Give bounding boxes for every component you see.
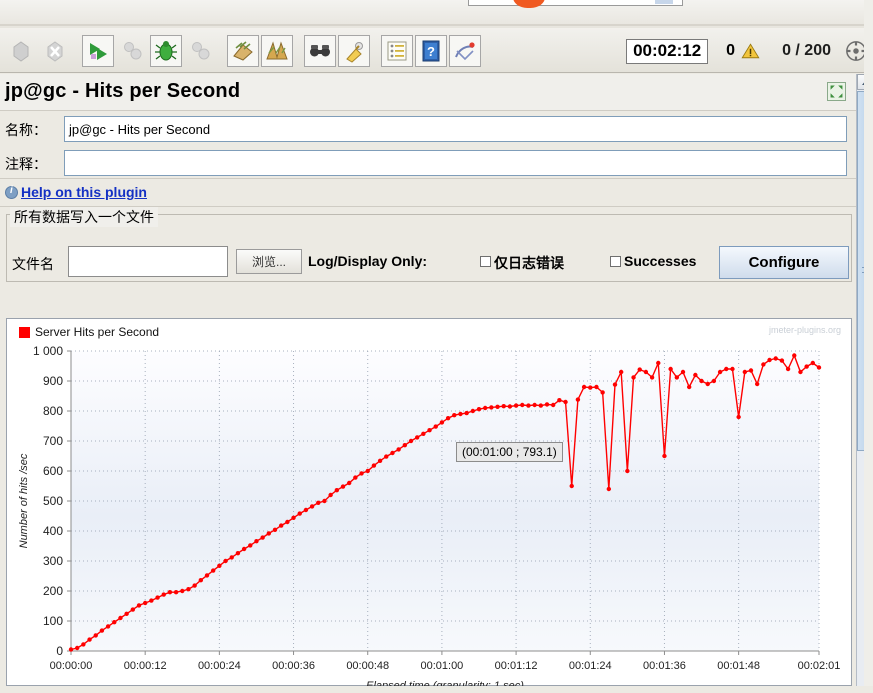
svg-text:600: 600 xyxy=(43,464,63,478)
svg-text:900: 900 xyxy=(43,374,63,388)
svg-text:500: 500 xyxy=(43,494,63,508)
top-divider xyxy=(0,24,873,26)
svg-text:00:02:01: 00:02:01 xyxy=(798,660,841,672)
write-all-data-group-title: 所有数据写入一个文件 xyxy=(10,207,158,227)
info-icon xyxy=(5,185,18,199)
start-no-pauses-icon[interactable] xyxy=(116,35,148,67)
clear-all-icon[interactable] xyxy=(338,35,370,67)
svg-text:400: 400 xyxy=(43,524,63,538)
page-title: jp@gc - Hits per Second xyxy=(5,80,241,102)
name-label: 名称： xyxy=(5,122,47,138)
cut-off-input[interactable] xyxy=(468,0,683,6)
svg-text:00:00:36: 00:00:36 xyxy=(272,660,315,672)
cut-off-orange-icon xyxy=(513,0,545,8)
svg-text:?: ? xyxy=(427,44,435,59)
svg-text:00:00:00: 00:00:00 xyxy=(50,660,93,672)
filename-label: 文件名 xyxy=(12,256,54,272)
browse-button[interactable]: 浏览... xyxy=(236,249,302,274)
templates-icon[interactable] xyxy=(39,35,71,67)
collapse-expand-icon[interactable] xyxy=(827,82,846,101)
svg-text:Number of hits /sec: Number of hits /sec xyxy=(18,453,30,548)
successes-label: Successes xyxy=(624,253,697,269)
chart-panel: Server Hits per Second jmeter-plugins.or… xyxy=(6,318,853,687)
cut-off-button[interactable] xyxy=(655,0,673,4)
filename-input[interactable] xyxy=(68,246,228,277)
log-display-only-label: Log/Display Only: xyxy=(308,253,428,269)
shutdown-icon[interactable] xyxy=(227,35,259,67)
comment-label: 注释： xyxy=(5,156,47,172)
help-link-label: Help on this plugin xyxy=(21,184,147,200)
data-point-tooltip: (00:01:00 ; 793.1) xyxy=(456,442,563,462)
svg-text:00:01:36: 00:01:36 xyxy=(643,660,686,672)
successes-checkbox[interactable] xyxy=(610,256,621,267)
svg-text:00:01:24: 00:01:24 xyxy=(569,660,612,672)
svg-text:1 000: 1 000 xyxy=(33,344,63,358)
thread-count: 0 / 200 xyxy=(782,42,831,59)
function-helper-icon[interactable] xyxy=(381,35,413,67)
svg-text:00:00:24: 00:00:24 xyxy=(198,660,241,672)
help-icon[interactable]: ? xyxy=(415,35,447,67)
name-row: 名称： jp@gc - Hits per Second xyxy=(0,114,858,144)
comment-divider xyxy=(0,178,858,179)
stop-icon[interactable] xyxy=(184,35,216,67)
svg-text:00:01:12: 00:01:12 xyxy=(495,660,538,672)
name-input[interactable]: jp@gc - Hits per Second xyxy=(64,116,847,142)
svg-text:800: 800 xyxy=(43,404,63,418)
svg-text:200: 200 xyxy=(43,584,63,598)
svg-text:00:01:48: 00:01:48 xyxy=(717,660,760,672)
toolbar-status-area: 00:02:12 0 0 / 200 xyxy=(626,34,867,68)
warning-triangle-icon xyxy=(741,43,760,59)
error-count: 0 xyxy=(726,42,736,59)
comment-row: 注释： xyxy=(0,148,858,178)
svg-text:00:01:00: 00:01:00 xyxy=(420,660,463,672)
elapsed-timer: 00:02:12 xyxy=(626,38,709,64)
window-bottom-edge xyxy=(0,686,873,693)
svg-text:00:00:48: 00:00:48 xyxy=(346,660,389,672)
help-on-plugin-link[interactable]: Help on this plugin xyxy=(5,184,147,200)
svg-text:700: 700 xyxy=(43,434,63,448)
errors-only-label: 仅日志错误 xyxy=(494,255,564,271)
debug-icon[interactable] xyxy=(150,35,182,67)
new-icon[interactable] xyxy=(5,35,37,67)
svg-text:0: 0 xyxy=(56,644,63,658)
svg-text:300: 300 xyxy=(43,554,63,568)
svg-text:100: 100 xyxy=(43,614,63,628)
main-toolbar: ? 00:02:12 0 0 / 200 xyxy=(0,28,873,73)
search-icon[interactable] xyxy=(304,35,336,67)
title-divider xyxy=(0,110,858,111)
window-top-strip xyxy=(0,0,873,28)
errors-only-checkbox[interactable] xyxy=(480,256,491,267)
hits-per-second-plot[interactable]: 0 100 200 300 400 500 600 700 800 900 1 000 00:00:0… xyxy=(7,319,853,687)
tab-strip: Chart Rows Settings xyxy=(0,287,858,605)
undo-icon[interactable] xyxy=(449,35,481,67)
configure-button[interactable]: Configure xyxy=(719,246,849,279)
start-icon[interactable] xyxy=(82,35,114,67)
comment-input[interactable] xyxy=(64,150,847,176)
clear-icon[interactable] xyxy=(261,35,293,67)
window-right-margin xyxy=(864,0,873,693)
svg-text:00:00:12: 00:00:12 xyxy=(124,660,167,672)
